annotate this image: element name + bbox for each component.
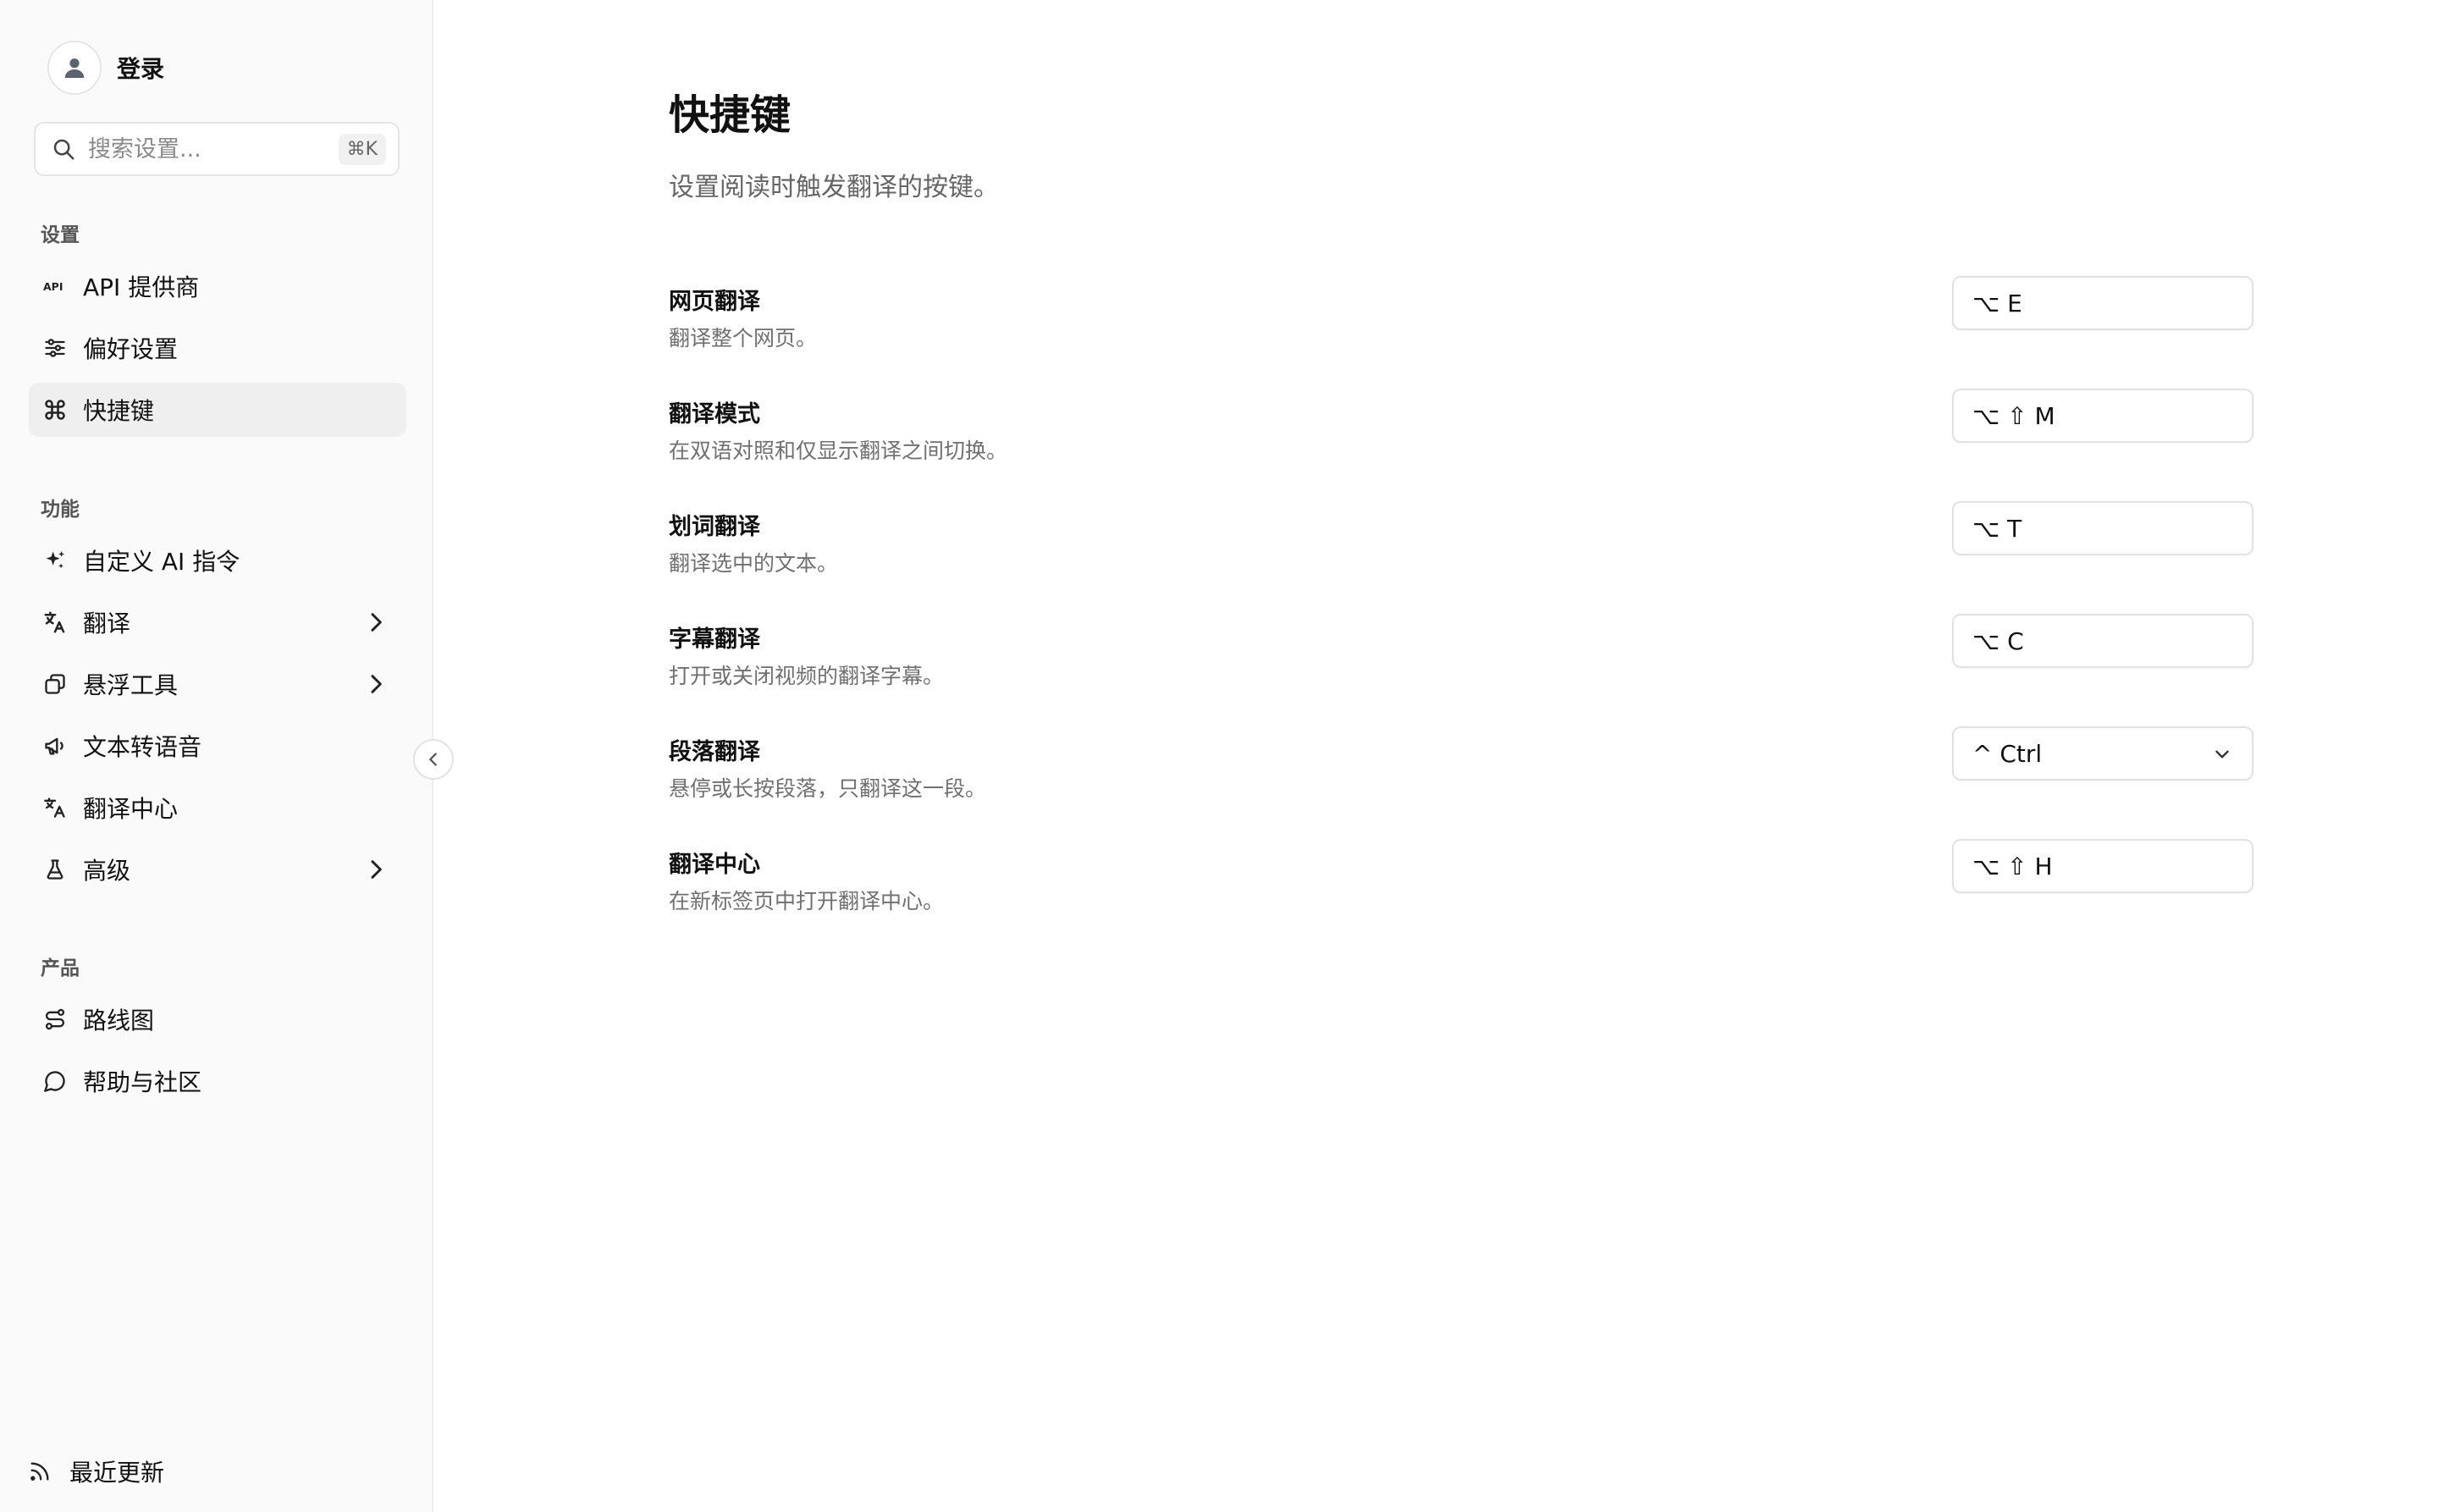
section-label-settings: 设置 — [41, 224, 80, 246]
shortcut-row-translation-mode: 翻译模式 在双语对照和仅显示翻译之间切换。 ⌥ ⇧ M — [669, 389, 2253, 480]
flask-icon — [42, 857, 68, 882]
shortcut-keys: ⌥ E — [1972, 289, 2022, 317]
sidebar-item-label: 高级 — [83, 857, 131, 885]
shortcut-title: 网页翻译 — [669, 289, 760, 315]
shortcut-row-page-translate: 网页翻译 翻译整个网页。 ⌥ E — [669, 276, 2253, 367]
search-icon — [53, 139, 74, 160]
shortcut-recorder-selection-translate[interactable]: ⌥ T — [1952, 501, 2253, 555]
shortcut-description: 翻译选中的文本。 — [669, 551, 839, 576]
login-button[interactable]: 登录 — [47, 41, 164, 95]
sidebar-item-text-to-speech[interactable]: 文本转语音 — [29, 719, 406, 773]
sidebar-item-help-community[interactable]: 帮助与社区 — [29, 1054, 406, 1108]
shortcut-recorder-page-translate[interactable]: ⌥ E — [1952, 276, 2253, 330]
shortcut-title: 划词翻译 — [669, 514, 760, 540]
sidebar-item-floating-tools[interactable]: 悬浮工具 — [29, 657, 406, 711]
sidebar-item-roadmap[interactable]: 路线图 — [29, 992, 406, 1046]
chevron-right-icon — [371, 860, 382, 879]
sidebar-item-label: 偏好设置 — [83, 335, 179, 363]
sliders-icon — [42, 335, 68, 361]
sidebar-item-label: 快捷键 — [83, 397, 155, 425]
shortcut-row-selection-translate: 划词翻译 翻译选中的文本。 ⌥ T — [669, 501, 2253, 593]
shortcut-recorder-translation-mode[interactable]: ⌥ ⇧ M — [1952, 389, 2253, 443]
sidebar-item-label: 翻译 — [83, 610, 131, 637]
rss-icon — [27, 1459, 52, 1484]
shortcut-title: 翻译模式 — [669, 401, 760, 428]
shortcut-description: 悬停或长按段落，只翻译这一段。 — [669, 776, 987, 801]
shortcut-description: 在双语对照和仅显示翻译之间切换。 — [669, 439, 1008, 463]
sidebar-item-label: 路线图 — [83, 1007, 155, 1035]
sidebar-item-label: 翻译中心 — [83, 795, 179, 823]
shortcut-title: 翻译中心 — [669, 852, 760, 878]
section-label-features: 功能 — [41, 499, 80, 521]
shortcut-row-translation-hub: 翻译中心 在新标签页中打开翻译中心。 ⌥ ⇧ H — [669, 839, 2253, 930]
sidebar-item-label: 帮助与社区 — [83, 1068, 202, 1096]
search-shortcut-hint: ⌘K — [338, 133, 386, 165]
search-input[interactable] — [88, 135, 339, 163]
sidebar-item-shortcuts[interactable]: 快捷键 — [29, 383, 406, 437]
sidebar-item-advanced[interactable]: 高级 — [29, 842, 406, 897]
shortcut-row-subtitle-translate: 字幕翻译 打开或关闭视频的翻译字幕。 ⌥ C — [669, 614, 2253, 705]
recent-updates-label: 最近更新 — [69, 1459, 165, 1487]
shortcut-description: 打开或关闭视频的翻译字幕。 — [669, 664, 945, 688]
shortcut-title: 段落翻译 — [669, 739, 760, 765]
megaphone-icon — [42, 733, 68, 759]
language-icon — [42, 795, 68, 820]
shortcut-title: 字幕翻译 — [669, 626, 760, 653]
page-title: 快捷键 — [669, 91, 792, 139]
sidebar-item-label: 悬浮工具 — [83, 671, 179, 699]
layers-icon — [42, 671, 68, 697]
login-label: 登录 — [117, 55, 165, 83]
sidebar-item-translate[interactable]: 翻译 — [29, 595, 406, 649]
sidebar-item-translation-hub[interactable]: 翻译中心 — [29, 781, 406, 835]
shortcut-keys: ⌥ ⇧ H — [1972, 852, 2053, 880]
main-content: 快捷键 设置阅读时触发翻译的按键。 网页翻译 翻译整个网页。 ⌥ E 翻译模式 … — [433, 0, 2438, 1512]
app-window: 登录 ⌘K 设置 API API 提供商 偏好设置 — [0, 0, 2438, 1512]
chevron-right-icon — [371, 675, 382, 693]
shortcut-recorder-translation-hub[interactable]: ⌥ ⇧ H — [1952, 839, 2253, 893]
chevron-right-icon — [371, 613, 382, 632]
api-icon: API — [42, 273, 68, 299]
sidebar-item-label: API 提供商 — [83, 273, 200, 301]
sidebar-item-preferences[interactable]: 偏好设置 — [29, 321, 406, 375]
recent-updates-link[interactable]: 最近更新 — [27, 1454, 164, 1488]
sidebar-item-custom-ai[interactable]: 自定义 AI 指令 — [29, 533, 406, 588]
sidebar: 登录 ⌘K 设置 API API 提供商 偏好设置 — [0, 0, 433, 1512]
svg-text:API: API — [43, 280, 63, 293]
shortcut-keys: ⌥ C — [1972, 626, 2024, 655]
shortcut-recorder-subtitle-translate[interactable]: ⌥ C — [1952, 614, 2253, 668]
user-icon — [64, 58, 85, 78]
route-icon — [42, 1007, 68, 1032]
translate-icon — [42, 610, 68, 635]
section-label-product: 产品 — [41, 957, 80, 979]
selected-modifier: ^ Ctrl — [1972, 739, 2043, 768]
avatar — [47, 41, 102, 95]
shortcut-row-paragraph-translate: 段落翻译 悬停或长按段落，只翻译这一段。 ^ Ctrl — [669, 726, 2253, 818]
shortcut-description: 在新标签页中打开翻译中心。 — [669, 889, 945, 913]
sidebar-item-label: 自定义 AI 指令 — [83, 548, 240, 576]
shortcut-keys: ⌥ T — [1972, 514, 2022, 543]
message-circle-icon — [42, 1068, 68, 1094]
paragraph-modifier-select[interactable]: ^ Ctrl — [1952, 726, 2253, 781]
sparkles-icon — [42, 548, 68, 573]
sidebar-item-label: 文本转语音 — [83, 733, 202, 761]
shortcut-description: 翻译整个网页。 — [669, 326, 818, 350]
shortcut-keys: ⌥ ⇧ M — [1972, 401, 2055, 430]
command-icon — [42, 397, 68, 422]
page-description: 设置阅读时触发翻译的按键。 — [669, 173, 999, 202]
sidebar-item-api-providers[interactable]: API API 提供商 — [29, 259, 406, 313]
chevron-down-icon — [2215, 750, 2229, 759]
settings-search[interactable]: ⌘K — [34, 122, 400, 176]
